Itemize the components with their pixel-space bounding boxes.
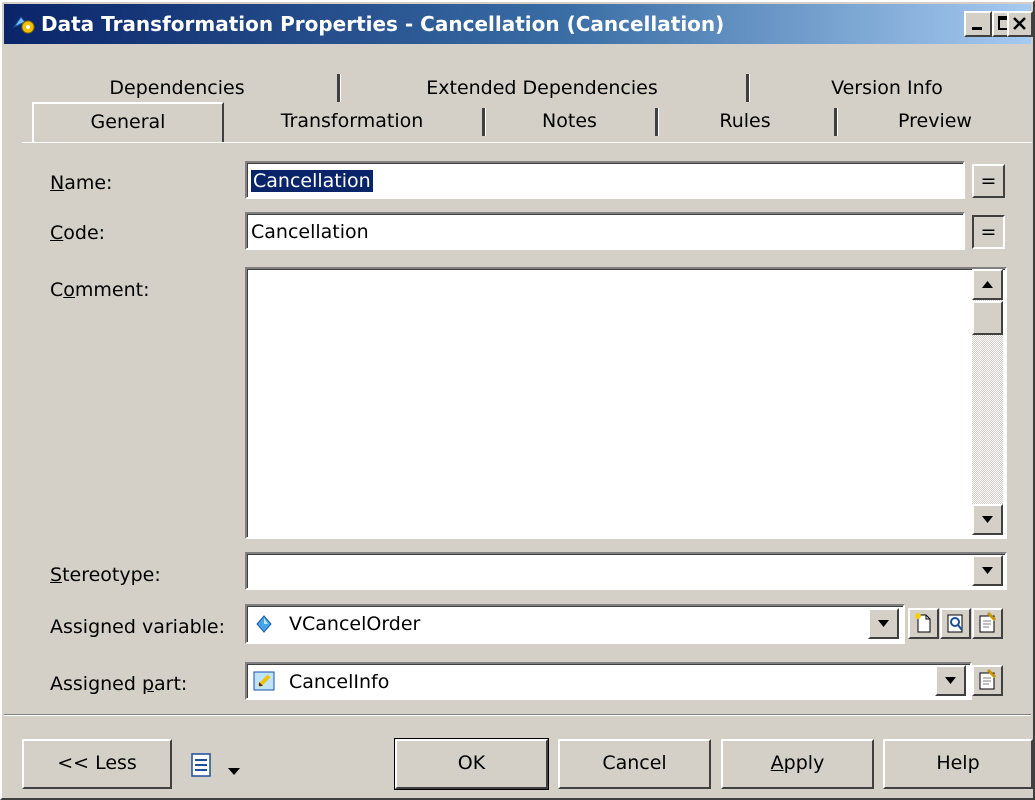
scroll-thumb[interactable] — [972, 301, 1003, 335]
title-bar[interactable]: Data Transformation Properties - Cancell… — [4, 4, 1031, 44]
name-value: Cancellation — [251, 170, 373, 192]
properties-dialog: Data Transformation Properties - Cancell… — [0, 0, 1035, 800]
name-label: Name: — [50, 172, 113, 194]
minimize-button[interactable] — [964, 11, 992, 37]
new-document-icon — [915, 613, 931, 633]
name-input[interactable]: Cancellation — [245, 161, 965, 199]
variable-properties-button[interactable] — [972, 608, 1003, 639]
chevron-down-icon — [227, 759, 241, 781]
stereotype-label: Stereotype: — [50, 564, 161, 586]
footer-divider — [4, 714, 1031, 716]
minimize-icon — [972, 27, 982, 30]
help-button[interactable]: Help — [883, 739, 1033, 789]
part-icon — [253, 671, 275, 696]
name-equals-button[interactable]: = — [972, 164, 1005, 198]
assigned-part-dropdown-button[interactable] — [935, 665, 966, 696]
scroll-down-button[interactable] — [972, 504, 1003, 535]
tab-transformation[interactable]: Transformation — [227, 105, 477, 139]
code-label: Code: — [50, 222, 106, 244]
cancel-button[interactable]: Cancel — [558, 739, 711, 789]
assigned-part-combobox[interactable]: CancelInfo — [245, 662, 972, 700]
tab-separator — [655, 108, 659, 136]
part-properties-button[interactable] — [972, 665, 1003, 696]
chevron-down-icon — [982, 567, 993, 574]
tab-extended-dependencies[interactable]: Extended Dependencies — [342, 72, 742, 106]
code-value: Cancellation — [251, 221, 369, 243]
tools-menu-button[interactable] — [177, 739, 257, 789]
close-icon — [1013, 17, 1026, 30]
assigned-variable-dropdown-button[interactable] — [868, 608, 899, 639]
stereotype-dropdown-button[interactable] — [972, 555, 1003, 586]
chevron-down-icon — [878, 620, 889, 627]
tab-version-info[interactable]: Version Info — [752, 72, 1022, 106]
tab-separator — [746, 74, 750, 102]
tab-preview[interactable]: Preview — [840, 105, 1030, 139]
arrow-up-icon — [982, 281, 993, 288]
tab-rules[interactable]: Rules — [660, 105, 830, 139]
window-title: Data Transformation Properties - Cancell… — [41, 12, 725, 36]
tab-separator — [482, 108, 486, 136]
properties-icon — [979, 668, 997, 690]
assigned-part-value: CancelInfo — [289, 671, 390, 693]
assigned-part-label: Assigned part: — [50, 673, 188, 695]
tab-separator — [337, 74, 341, 102]
tab-separator — [834, 108, 838, 136]
select-object-button[interactable] — [940, 608, 971, 639]
comment-label: Comment: — [50, 279, 150, 301]
tab-notes[interactable]: Notes — [487, 105, 652, 139]
create-object-button[interactable] — [908, 608, 939, 639]
code-input[interactable]: Cancellation — [245, 212, 965, 250]
stereotype-combobox[interactable] — [245, 552, 1007, 590]
variable-icon — [255, 615, 273, 638]
scroll-up-button[interactable] — [972, 269, 1003, 300]
tab-general[interactable]: General — [32, 102, 224, 142]
chevron-down-icon — [945, 677, 956, 684]
assigned-variable-value: VCancelOrder — [289, 613, 421, 635]
data-transformation-icon — [12, 13, 36, 35]
code-equals-button[interactable]: = — [972, 215, 1005, 249]
tools-icon — [189, 751, 217, 784]
search-icon — [947, 614, 963, 633]
ok-button[interactable]: OK — [394, 738, 549, 790]
tab-dependencies[interactable]: Dependencies — [22, 72, 332, 106]
comment-textarea[interactable] — [245, 267, 1007, 539]
assigned-variable-label: Assigned variable: — [50, 616, 226, 638]
less-button[interactable]: << Less — [22, 739, 172, 789]
close-button[interactable] — [1007, 11, 1033, 37]
arrow-down-icon — [982, 516, 993, 523]
assigned-variable-combobox[interactable]: VCancelOrder — [245, 604, 905, 644]
apply-button[interactable]: Apply — [721, 739, 874, 789]
properties-icon — [979, 611, 997, 633]
